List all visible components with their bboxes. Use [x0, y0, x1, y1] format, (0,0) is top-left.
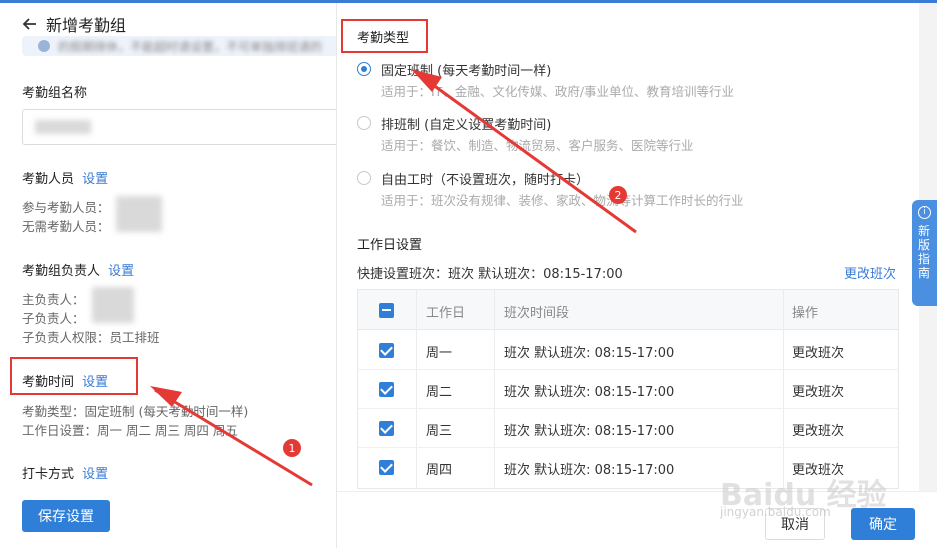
group-name-label: 考勤组名称: [22, 86, 88, 101]
col-divider: [494, 290, 495, 488]
workday-settings-title: 工作日设置: [357, 238, 423, 253]
group-name-input[interactable]: [22, 109, 336, 145]
option-shift-title[interactable]: 排班制 (自定义设置考勤时间): [381, 114, 551, 133]
row-day: 周一: [426, 346, 453, 361]
notice-text: 的假期排休，不能超时请设置，不可单独排班请的: [58, 40, 323, 54]
info-icon: [38, 40, 50, 52]
workday-table: 工作日 班次时间段 操作 周一 班次 默认班次: 08:15-17:00 更改班…: [357, 289, 899, 489]
highlight-box-time: [10, 357, 138, 395]
punch-settings-link[interactable]: 设置: [82, 467, 108, 482]
blurred-members: [116, 196, 162, 232]
sub-manager-text: 子负责人：: [22, 311, 85, 326]
annotation-badge-1: 1: [283, 439, 301, 457]
time-type-text: 考勤类型：固定班制 (每天考勤时间一样): [22, 404, 249, 419]
watermark-url: jingyan.baidu.com: [720, 505, 831, 519]
row-change-shift-link[interactable]: 更改班次: [792, 381, 844, 400]
col-divider: [416, 290, 417, 488]
option-fixed-desc: 适用于：IT、金融、文化传媒、政府/事业单位、教育培训等行业: [381, 84, 735, 99]
guide-text: 新版指南: [918, 224, 931, 280]
save-settings-button[interactable]: 保存设置: [22, 500, 110, 532]
row-change-shift-link[interactable]: 更改班次: [792, 420, 844, 439]
row-checkbox-mon[interactable]: [379, 343, 394, 358]
header-action: 操作: [792, 306, 819, 321]
row-divider: [358, 408, 898, 409]
radio-free[interactable]: [357, 171, 371, 185]
workday-text: 工作日设置：周一 周二 周三 周四 周五: [22, 423, 238, 438]
annotation-badge-2: 2: [609, 186, 627, 204]
members-settings-link[interactable]: 设置: [82, 172, 108, 187]
highlight-box-type: [341, 19, 428, 53]
left-panel: 新增考勤组 的假期排休，不能超时请设置，不可单独排班请的 考勤组名称 考勤人员 …: [0, 3, 337, 548]
sub-manager-perm-text: 子负责人权限：员工排班: [22, 330, 160, 345]
info-icon: i: [918, 206, 931, 219]
row-shift: 班次 默认班次: 08:15-17:00: [504, 346, 675, 361]
row-shift: 班次 默认班次: 08:15-17:00: [504, 463, 675, 478]
blurred-managers: [92, 287, 134, 323]
option-fixed-title[interactable]: 固定班制 (每天考勤时间一样): [381, 60, 551, 79]
attend-members-text: 参与考勤人员：: [22, 200, 110, 215]
page-title: 新增考勤组: [46, 16, 127, 35]
members-label: 考勤人员 设置: [22, 172, 109, 187]
radio-shift[interactable]: [357, 116, 371, 130]
option-free-desc: 适用于：班次没有规律、装修、家政、物流等计算工作时长的行业: [381, 193, 744, 208]
row-day: 周二: [426, 385, 453, 400]
option-free-title[interactable]: 自由工时（不设置班次，随时打卡）: [381, 169, 589, 188]
right-panel: 考勤类型 固定班制 (每天考勤时间一样) 适用于：IT、金融、文化传媒、政府/事…: [337, 3, 937, 548]
col-divider: [783, 290, 784, 488]
exempt-members-text: 无需考勤人员：: [22, 219, 110, 234]
row-shift: 班次 默认班次: 08:15-17:00: [504, 424, 675, 439]
option-shift-desc: 适用于：餐饮、制造、物流贸易、客户服务、医院等行业: [381, 138, 694, 153]
row-divider: [358, 447, 898, 448]
row-checkbox-tue[interactable]: [379, 382, 394, 397]
managers-label: 考勤组负责人 设置: [22, 264, 135, 279]
header-workday: 工作日: [426, 306, 466, 321]
row-day: 周三: [426, 424, 453, 439]
row-change-shift-link[interactable]: 更改班次: [792, 342, 844, 361]
select-all-checkbox[interactable]: [379, 303, 394, 318]
row-divider: [358, 369, 898, 370]
quick-shift-text: 快捷设置班次：班次 默认班次：08:15-17:00: [357, 267, 623, 282]
radio-fixed[interactable]: [357, 62, 371, 76]
managers-settings-link[interactable]: 设置: [108, 264, 134, 279]
punch-label: 打卡方式 设置: [22, 467, 109, 482]
new-version-guide-tab[interactable]: i 新版指南: [912, 200, 937, 306]
notice-bar: 的假期排休，不能超时请设置，不可单独排班请的: [22, 36, 336, 56]
row-day: 周四: [426, 463, 453, 478]
blurred-value: [35, 120, 91, 134]
row-shift: 班次 默认班次: 08:15-17:00: [504, 385, 675, 400]
row-checkbox-thu[interactable]: [379, 460, 394, 475]
change-shift-link[interactable]: 更改班次: [844, 263, 896, 282]
main-manager-text: 主负责人：: [22, 292, 85, 307]
header-shift: 班次时间段: [504, 306, 570, 321]
row-checkbox-wed[interactable]: [379, 421, 394, 436]
back-arrow-icon[interactable]: [22, 16, 38, 32]
